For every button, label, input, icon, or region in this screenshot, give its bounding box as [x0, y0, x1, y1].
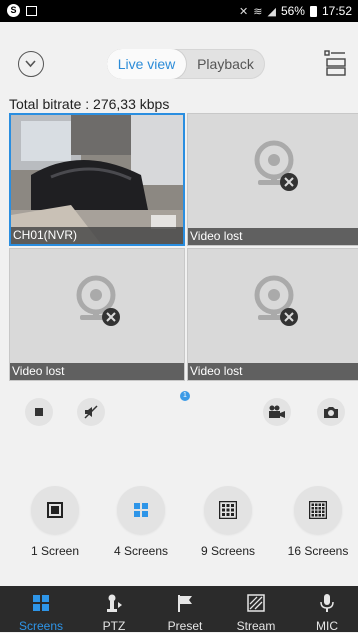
four-screens-button[interactable]: [117, 486, 165, 534]
ptz-icon: [107, 594, 122, 612]
tab-stream-label: Stream: [236, 619, 276, 633]
tab-live-view[interactable]: Live view: [107, 49, 186, 79]
camera-offline-icon: [76, 275, 120, 326]
camera-icon: [324, 407, 338, 418]
image-notification-icon: [26, 5, 37, 16]
tab-playback[interactable]: Playback: [186, 49, 265, 79]
camera-offline-icon: [254, 140, 298, 191]
camera-offline-icon: [254, 275, 298, 326]
video-tile-3[interactable]: Video lost: [9, 248, 185, 381]
page-indicator: 1: [180, 391, 190, 401]
stop-icon: [35, 408, 43, 416]
sixteen-screens-label: 16 Screens: [287, 544, 349, 558]
channel-label: Video lost: [188, 363, 358, 380]
tab-ptz-label: PTZ: [102, 619, 126, 633]
record-icon: [269, 405, 285, 418]
status-right: ✕ ≋ ◢ 56% 17:52: [239, 4, 352, 18]
one-screen-icon: [47, 502, 63, 518]
clock: 17:52: [321, 4, 352, 18]
tab-mic[interactable]: MIC: [297, 586, 357, 633]
video-tile-2[interactable]: Video lost: [187, 113, 358, 246]
tab-screens-label: Screens: [18, 619, 64, 633]
video-tile-4[interactable]: Video lost: [187, 248, 358, 381]
four-screens-icon: [134, 503, 148, 517]
sixteen-screens-icon: [309, 501, 327, 519]
chevron-down-icon: [25, 60, 36, 68]
signal-icon: ◢: [267, 5, 276, 18]
bluetooth-icon: ✕: [239, 5, 249, 18]
mute-button[interactable]: [77, 398, 105, 426]
nine-screens-button[interactable]: [204, 486, 252, 534]
menu-chevron-button[interactable]: [18, 51, 44, 77]
wifi-icon: ≋: [253, 5, 263, 18]
device-list-icon: [324, 50, 346, 76]
nine-screens-icon: [219, 501, 237, 519]
tab-preset-label: Preset: [167, 619, 203, 633]
snapshot-button[interactable]: [317, 398, 345, 426]
live-video-frame: [11, 115, 183, 244]
four-screens-label: 4 Screens: [113, 544, 169, 558]
battery-percent: 56%: [280, 4, 305, 18]
status-bar: S ✕ ≋ ◢ 56% 17:52: [0, 0, 358, 22]
tab-preset[interactable]: Preset: [155, 586, 215, 633]
one-screen-button[interactable]: [31, 486, 79, 534]
device-list-button[interactable]: [324, 49, 346, 77]
stop-button[interactable]: [25, 398, 53, 426]
video-grid: CH01(NVR) Video lost Video lost Video lo…: [9, 113, 358, 381]
screens-icon: [33, 595, 49, 611]
one-screen-label: 1 Screen: [30, 544, 80, 558]
view-mode-toggle: Live view Playback: [107, 49, 265, 79]
sixteen-screens-button[interactable]: [294, 486, 342, 534]
status-left: S: [7, 4, 37, 17]
stream-icon: [247, 594, 265, 612]
mute-icon: [84, 405, 98, 419]
tab-ptz[interactable]: PTZ: [84, 586, 144, 633]
header: Live view Playback: [0, 22, 358, 96]
record-button[interactable]: [263, 398, 291, 426]
total-bitrate: Total bitrate : 276,33 kbps: [9, 96, 170, 112]
tab-stream[interactable]: Stream: [226, 586, 286, 633]
battery-icon: [309, 5, 317, 17]
channel-label: Video lost: [10, 363, 184, 380]
tab-mic-label: MIC: [316, 619, 338, 633]
channel-label: CH01(NVR): [11, 227, 183, 244]
skype-notification-icon: S: [7, 4, 20, 17]
bottom-tab-bar: Screens PTZ Preset Stream MIC: [0, 586, 358, 633]
video-tile-ch01[interactable]: CH01(NVR): [9, 113, 185, 246]
channel-label: Video lost: [188, 228, 358, 245]
microphone-icon: [320, 594, 334, 612]
tab-screens[interactable]: Screens: [11, 586, 71, 633]
flag-icon: [178, 595, 192, 612]
nine-screens-label: 9 Screens: [200, 544, 256, 558]
